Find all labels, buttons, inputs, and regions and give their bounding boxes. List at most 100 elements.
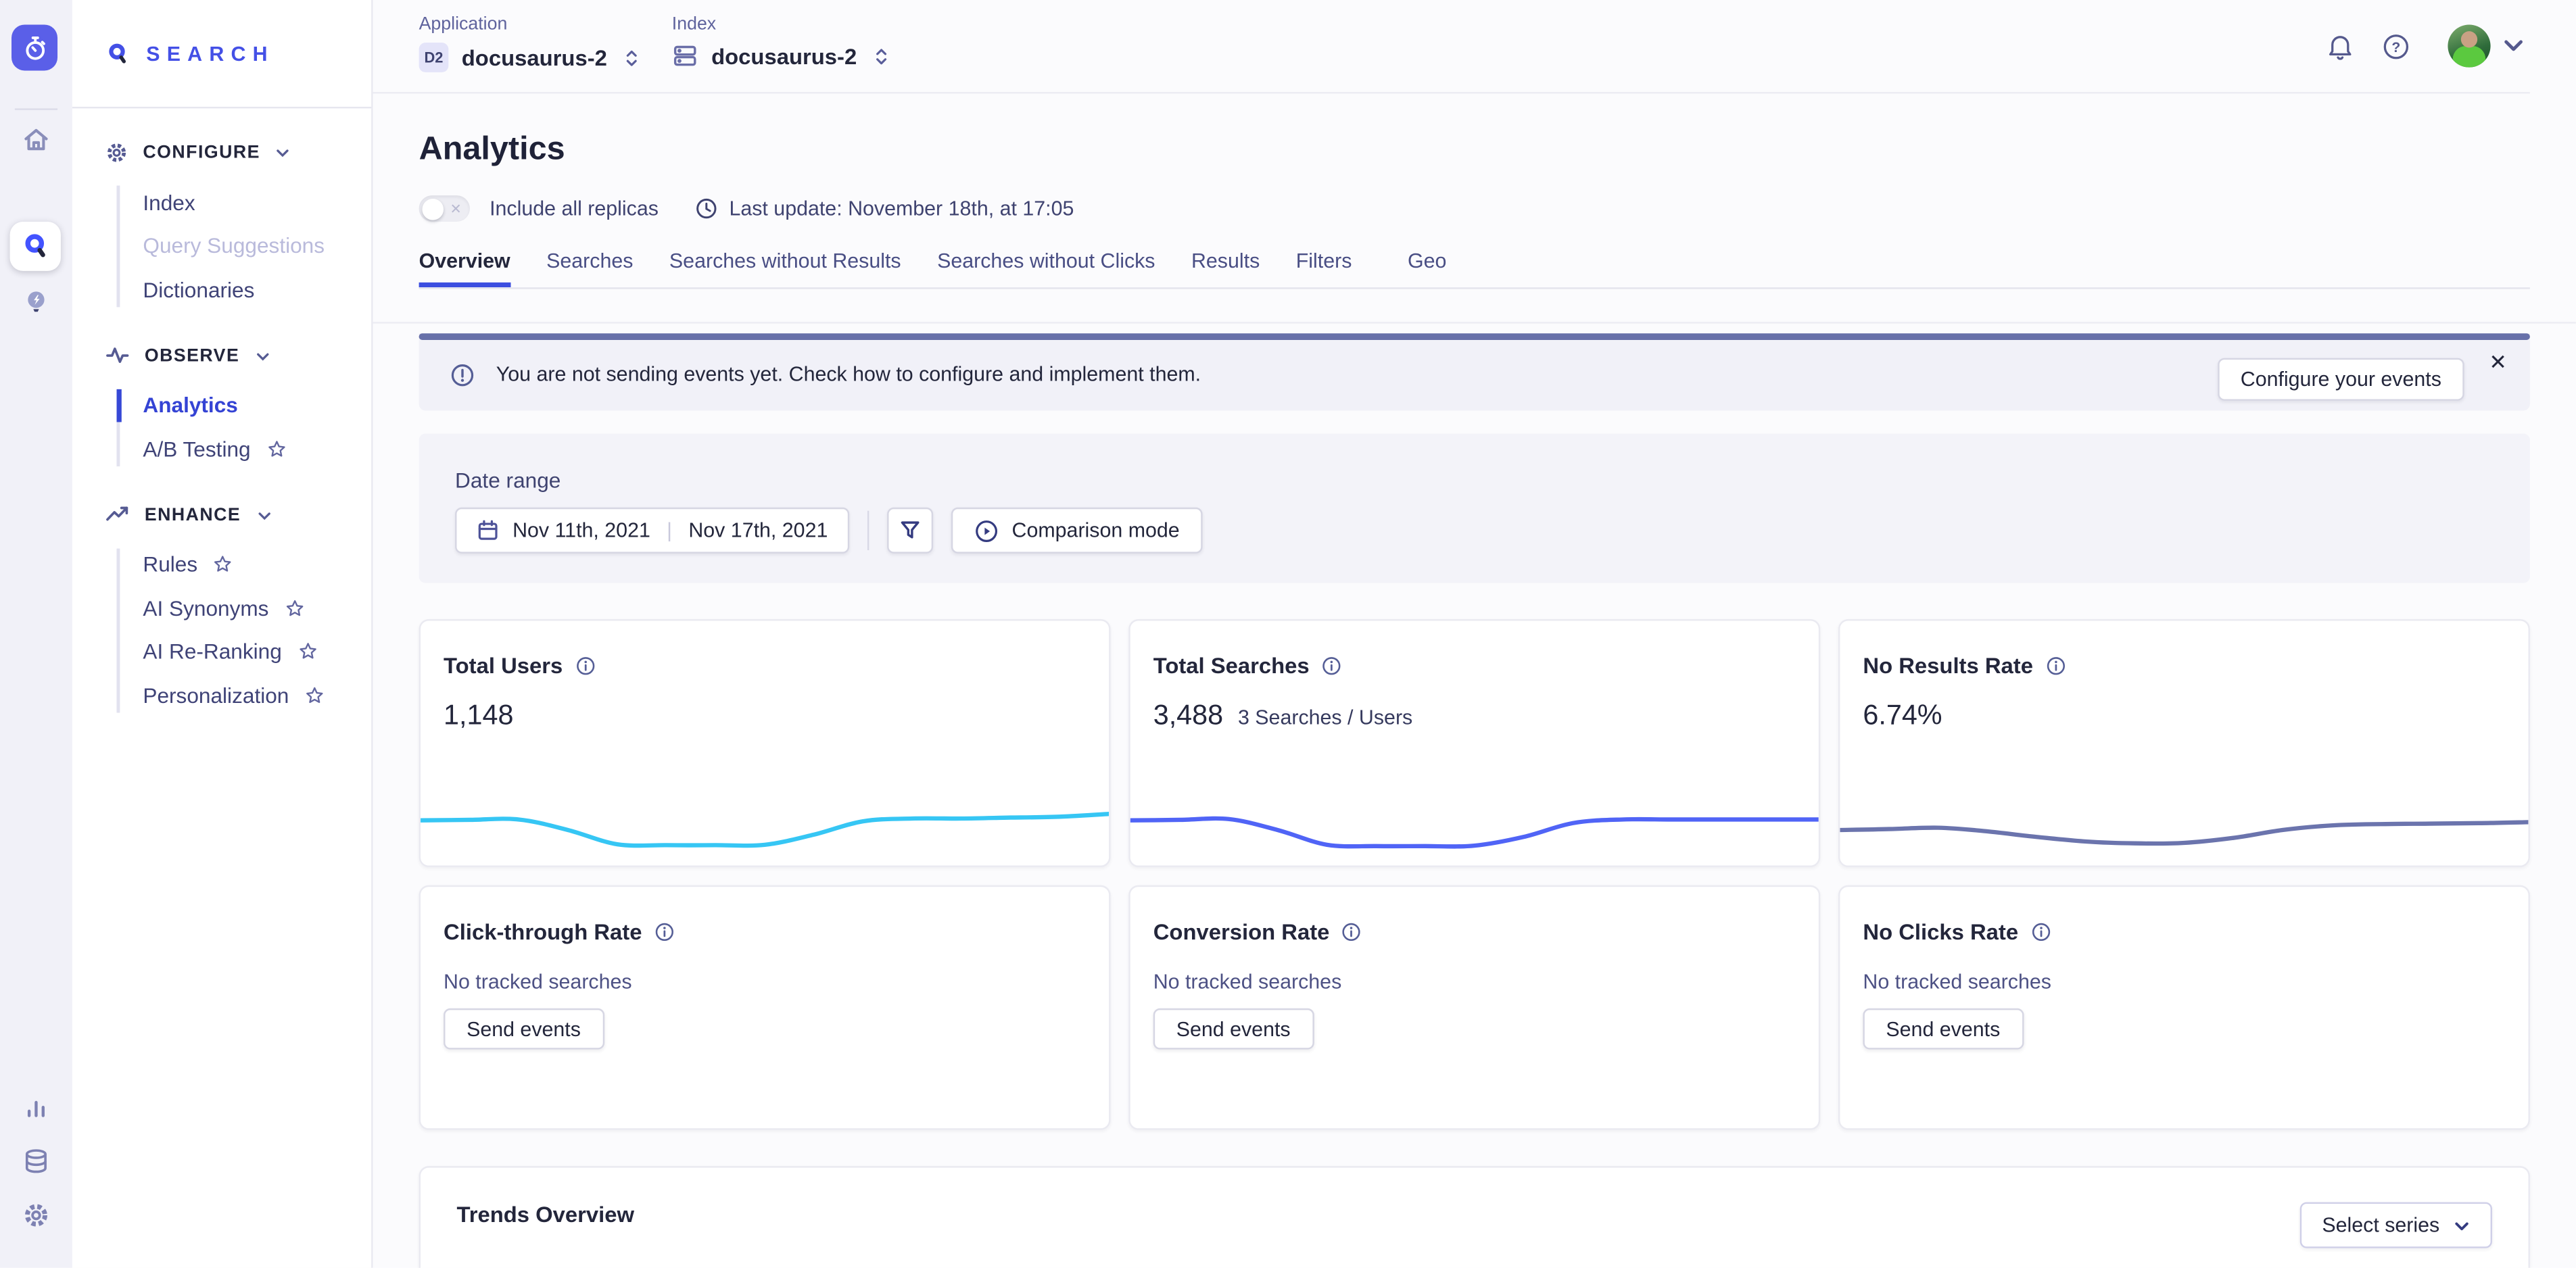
- sidebar-item-label: Rules: [143, 552, 197, 577]
- sidebar-item-ai-synonyms[interactable]: AI Synonyms: [143, 586, 371, 629]
- star-icon: [283, 598, 305, 619]
- sidebar: SEARCH CONFIGURE Index Query Suggestions…: [72, 0, 373, 1268]
- data-database-icon[interactable]: [22, 1147, 50, 1175]
- star-icon: [304, 685, 325, 706]
- stopwatch-app-icon[interactable]: [11, 24, 57, 70]
- date-range-button[interactable]: Nov 11th, 2021|Nov 17th, 2021: [455, 508, 849, 554]
- sidebar-item-label: Dictionaries: [143, 277, 254, 301]
- filter-button[interactable]: [887, 508, 933, 554]
- star-icon: [265, 438, 287, 460]
- section-header-configure[interactable]: CONFIGURE: [72, 140, 371, 166]
- card-value: 6.74%: [1863, 700, 1942, 733]
- sidebar-item-dictionaries[interactable]: Dictionaries: [143, 268, 371, 311]
- user-avatar[interactable]: [2448, 24, 2490, 67]
- tab-overview[interactable]: Overview: [419, 249, 510, 287]
- tab-searches-without-results[interactable]: Searches without Results: [669, 249, 901, 287]
- activity-icon: [105, 343, 130, 368]
- home-icon[interactable]: [22, 125, 51, 155]
- help-icon[interactable]: ?: [2381, 31, 2412, 62]
- sidebar-item-ab-testing[interactable]: A/B Testing: [143, 427, 371, 470]
- notifications-bell-icon[interactable]: [2324, 31, 2356, 62]
- logo-text: SEARCH: [146, 42, 274, 65]
- index-selector-group: Index docusaurus-2: [672, 15, 891, 69]
- no-results-rate-sparkline: [1840, 796, 2528, 862]
- send-events-button[interactable]: Send events: [444, 1008, 604, 1050]
- info-icon[interactable]: [2030, 921, 2051, 943]
- toggle-label: Include all replicas: [490, 197, 659, 220]
- application-value: docusaurus-2: [462, 45, 607, 70]
- stat-cards-row: Total Users 1,148 Total Searches 3,4883 …: [419, 619, 2530, 867]
- icon-rail: [0, 0, 72, 1268]
- section-label: ENHANCE: [145, 505, 241, 525]
- content-divider: [373, 322, 2576, 323]
- empty-state-text: No tracked searches: [444, 971, 1086, 994]
- info-icon[interactable]: [574, 655, 596, 677]
- chevron-down-icon: [256, 507, 272, 523]
- send-events-button[interactable]: Send events: [1863, 1008, 2023, 1050]
- vertical-separator: [867, 511, 869, 550]
- select-series-button[interactable]: Select series: [2301, 1202, 2492, 1248]
- card-title: No Clicks Rate: [1863, 920, 2018, 944]
- date-range-panel: Date range Nov 11th, 2021|Nov 17th, 2021: [419, 433, 2530, 583]
- sidebar-item-label: AI Re-Ranking: [143, 639, 281, 664]
- section-header-enhance[interactable]: ENHANCE: [72, 502, 371, 528]
- sidebar-item-ai-re-ranking[interactable]: AI Re-Ranking: [143, 630, 371, 673]
- info-icon[interactable]: [1321, 655, 1343, 677]
- sidebar-item-label: Analytics: [143, 393, 237, 417]
- comparison-mode-button[interactable]: Comparison mode: [951, 508, 1203, 554]
- sidebar-item-personalization[interactable]: Personalization: [143, 673, 371, 716]
- section-label: OBSERVE: [145, 345, 239, 365]
- banner-close-icon[interactable]: ✕: [2489, 350, 2507, 376]
- tab-searches[interactable]: Searches: [546, 249, 633, 287]
- send-events-button[interactable]: Send events: [1153, 1008, 1314, 1050]
- active-indicator: [117, 389, 121, 422]
- index-selector[interactable]: docusaurus-2: [672, 43, 891, 69]
- card-title: Total Users: [444, 654, 563, 678]
- application-selector-group: Application D2 docusaurus-2: [419, 15, 642, 72]
- card-value: 1,148: [444, 700, 513, 733]
- search-logo[interactable]: SEARCH: [72, 0, 371, 108]
- comparison-mode-label: Comparison mode: [1012, 519, 1180, 542]
- recommend-lightbulb-icon[interactable]: [22, 288, 50, 316]
- configure-events-button[interactable]: Configure your events: [2218, 358, 2464, 401]
- click-through-rate-card: Click-through Rate No tracked searches S…: [419, 885, 1111, 1130]
- tab-filters[interactable]: Filters: [1296, 249, 1352, 287]
- sidebar-item-query-suggestions[interactable]: Query Suggestions: [143, 224, 371, 268]
- up-down-chevrons-icon: [620, 45, 642, 70]
- index-value: docusaurus-2: [711, 43, 857, 68]
- application-badge: D2: [419, 43, 449, 72]
- sidebar-item-label: Query Suggestions: [143, 234, 325, 258]
- section-header-observe[interactable]: OBSERVE: [72, 343, 371, 369]
- account-chevron-down-icon[interactable]: [2502, 36, 2525, 55]
- card-subtitle: 3 Searches / Users: [1238, 706, 1412, 729]
- info-icon[interactable]: [2045, 655, 2066, 677]
- sidebar-item-rules[interactable]: Rules: [143, 543, 371, 586]
- search-product-icon-active[interactable]: [10, 222, 61, 271]
- tab-results[interactable]: Results: [1191, 249, 1260, 287]
- settings-gear-icon[interactable]: [22, 1201, 50, 1229]
- info-icon[interactable]: [1341, 921, 1362, 943]
- main-area: Application D2 docusaurus-2 Index docusa…: [373, 0, 2576, 1268]
- last-update-text: Last update: November 18th, at 17:05: [729, 197, 1074, 220]
- tab-geo[interactable]: Geo: [1408, 249, 1446, 287]
- star-icon: [297, 641, 318, 662]
- total-searches-card: Total Searches 3,4883 Searches / Users: [1128, 619, 1820, 867]
- monitoring-bar-chart-icon[interactable]: [22, 1093, 50, 1121]
- gear-icon: [105, 141, 128, 164]
- sidebar-item-index[interactable]: Index: [143, 180, 371, 224]
- sidebar-item-label: AI Synonyms: [143, 595, 268, 620]
- sidebar-section-enhance: ENHANCE Rules AI Synonyms AI Re-Ranking …: [72, 502, 371, 716]
- application-selector[interactable]: D2 docusaurus-2: [419, 43, 642, 72]
- tab-searches-without-clicks[interactable]: Searches without Clicks: [937, 249, 1155, 287]
- banner-message: You are not sending events yet. Check ho…: [496, 364, 1201, 387]
- sidebar-item-analytics[interactable]: Analytics: [143, 383, 371, 426]
- section-label: CONFIGURE: [143, 143, 260, 162]
- include-replicas-toggle[interactable]: ✕: [419, 195, 470, 222]
- card-title: Total Searches: [1153, 654, 1310, 678]
- date-end: Nov 17th, 2021: [688, 519, 828, 542]
- sidebar-section-observe: OBSERVE Analytics A/B Testing: [72, 343, 371, 471]
- toggle-off-x: ✕: [450, 200, 461, 218]
- sidebar-section-configure: CONFIGURE Index Query Suggestions Dictio…: [72, 140, 371, 312]
- info-icon[interactable]: [653, 921, 675, 943]
- avatar-torso: [2453, 46, 2486, 68]
